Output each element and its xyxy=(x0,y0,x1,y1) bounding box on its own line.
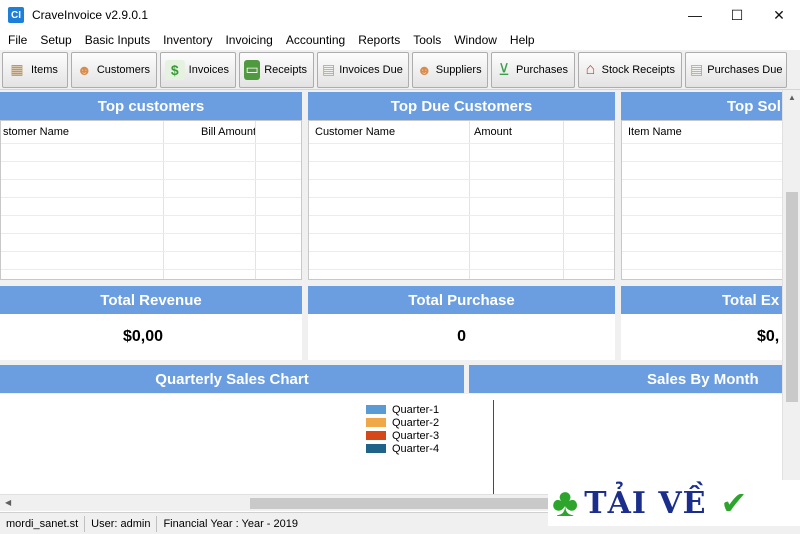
vertical-scroll-thumb[interactable] xyxy=(786,192,798,402)
total-expense-header: Total Ex xyxy=(621,286,782,314)
total-expense-value-box: $0, xyxy=(621,314,782,360)
scroll-up-arrow-icon[interactable]: ▲ xyxy=(788,93,796,102)
menu-window[interactable]: Window xyxy=(454,33,497,47)
warehouse-icon: ⌂ xyxy=(585,60,596,78)
scroll-left-arrow-icon[interactable]: ◀ xyxy=(5,498,11,507)
customers-button-label: Customers xyxy=(96,63,150,76)
boxes-icon: ▦ xyxy=(10,61,24,77)
horizontal-scroll-thumb[interactable] xyxy=(250,498,570,509)
suppliers-button-label: Suppliers xyxy=(435,63,482,76)
menu-bar: File Setup Basic Inputs Inventory Invoic… xyxy=(0,30,800,50)
supplier-icon: ☻ xyxy=(417,61,432,78)
menu-basic-inputs[interactable]: Basic Inputs xyxy=(85,33,150,47)
status-user: User: admin xyxy=(85,515,158,532)
watermark-text: TẢI VỀ xyxy=(584,485,707,521)
column-header-customer-name: Customer Name xyxy=(315,126,396,138)
toolbar: ▦ Items ☻ Customers $ Invoices ▭ Receipt… xyxy=(0,50,800,90)
suppliers-button[interactable]: ☻ Suppliers xyxy=(412,51,488,88)
legend-item-quarter-3: Quarter-3 xyxy=(366,429,439,442)
maximize-button[interactable]: ☐ xyxy=(716,0,758,30)
chart-divider xyxy=(493,400,494,494)
legend-label-quarter-4: Quarter-4 xyxy=(392,442,440,455)
total-expense-value: $0, xyxy=(757,328,780,345)
status-financial-year: Financial Year : Year - 2019 xyxy=(163,517,298,530)
legend-label-quarter-3: Quarter-3 xyxy=(392,429,440,442)
menu-file[interactable]: File xyxy=(8,33,27,47)
watermark-logo: ♣ TẢI VỀ ✔ xyxy=(548,480,800,526)
invoices-button[interactable]: $ Invoices xyxy=(160,51,236,88)
total-revenue-value: $0,00 xyxy=(122,328,163,345)
invoice-icon: $ xyxy=(165,59,185,80)
top-due-customers-grid[interactable]: Customer Name Amount xyxy=(308,120,615,280)
customers-button[interactable]: ☻ Customers xyxy=(71,51,157,88)
column-header-item-name: Item Name xyxy=(628,126,682,138)
legend-label-quarter-2: Quarter-2 xyxy=(392,416,440,429)
stock-receipts-button-label: Stock Receipts xyxy=(601,63,675,76)
invoices-due-button[interactable]: ▤ Invoices Due xyxy=(317,51,409,88)
column-header-bill-amount: Bill Amount xyxy=(201,126,257,138)
menu-help[interactable]: Help xyxy=(510,33,535,47)
top-sold-title: Top Sol xyxy=(727,97,781,115)
menu-inventory[interactable]: Inventory xyxy=(163,33,212,47)
column-header-amount: Amount xyxy=(474,126,512,138)
quarterly-sales-chart: Quarter-1 Quarter-2 Quarter-3 Quarter-4 xyxy=(0,394,782,494)
vertical-scrollbar[interactable]: ▲ ▼ xyxy=(782,90,800,500)
minimize-button[interactable]: — xyxy=(674,0,716,30)
legend-swatch-quarter-3 xyxy=(366,431,386,440)
checkmark-icon: ✔ xyxy=(720,485,748,521)
legend-item-quarter-2: Quarter-2 xyxy=(366,416,439,429)
total-expense-title: Total Ex xyxy=(722,291,780,309)
total-purchase-header: Total Purchase xyxy=(308,286,615,314)
top-sold-grid[interactable]: Item Name xyxy=(621,120,782,280)
legend-swatch-quarter-1 xyxy=(366,405,386,414)
invoices-due-button-label: Invoices Due xyxy=(339,63,403,76)
purchases-due-button[interactable]: ▤ Purchases Due xyxy=(685,51,787,88)
window-title: CraveInvoice v2.9.0.1 xyxy=(32,8,149,22)
legend-item-quarter-4: Quarter-4 xyxy=(366,442,439,455)
legend-label-quarter-1: Quarter-1 xyxy=(392,403,440,416)
dashboard: Top customers stomer Name Bill Amount To… xyxy=(0,90,782,494)
total-revenue-header: Total Revenue xyxy=(0,286,302,314)
total-purchase-value: 0 xyxy=(457,328,466,345)
purchases-button[interactable]: ⊻ Purchases xyxy=(491,51,575,88)
menu-setup[interactable]: Setup xyxy=(40,33,71,47)
top-sold-header: Top Sol xyxy=(621,92,782,120)
purchases-button-label: Purchases xyxy=(516,63,568,76)
legend-item-quarter-1: Quarter-1 xyxy=(366,403,439,416)
top-due-customers-header: Top Due Customers xyxy=(308,92,615,120)
total-purchase-value-box: 0 xyxy=(308,314,615,360)
top-customers-header: Top customers xyxy=(0,92,302,120)
receipts-button[interactable]: ▭ Receipts xyxy=(239,51,314,88)
status-host: mordi_sanet.st xyxy=(0,515,86,532)
items-button[interactable]: ▦ Items xyxy=(2,51,68,88)
close-button[interactable]: ✕ xyxy=(758,0,800,30)
calendar-icon: ▤ xyxy=(322,61,336,77)
person-icon: ☻ xyxy=(77,61,92,78)
menu-tools[interactable]: Tools xyxy=(413,33,441,47)
cart-icon: ⊻ xyxy=(498,61,510,79)
receipts-button-label: Receipts xyxy=(264,63,307,76)
top-customers-grid[interactable]: stomer Name Bill Amount xyxy=(0,120,302,280)
menu-invoicing[interactable]: Invoicing xyxy=(225,33,272,47)
invoices-button-label: Invoices xyxy=(188,63,229,76)
legend-swatch-quarter-4 xyxy=(366,444,386,453)
sales-by-month-header: Sales By Month xyxy=(469,365,782,393)
clover-icon: ♣ xyxy=(552,481,579,525)
menu-reports[interactable]: Reports xyxy=(358,33,400,47)
chart-legend: Quarter-1 Quarter-2 Quarter-3 Quarter-4 xyxy=(366,403,439,455)
quarterly-sales-chart-header: Quarterly Sales Chart xyxy=(0,365,464,393)
window-controls: — ☐ ✕ xyxy=(674,0,800,30)
legend-swatch-quarter-2 xyxy=(366,418,386,427)
purchase-due-icon: ▤ xyxy=(690,61,704,77)
app-icon: CI xyxy=(8,7,24,23)
sales-by-month-title: Sales By Month xyxy=(647,370,759,388)
items-button-label: Items xyxy=(31,63,58,76)
title-bar: CI CraveInvoice v2.9.0.1 — ☐ ✕ xyxy=(0,0,800,30)
total-revenue-value-box: $0,00 xyxy=(0,314,302,360)
column-header-customer-name: stomer Name xyxy=(3,126,70,138)
menu-accounting[interactable]: Accounting xyxy=(286,33,345,47)
stock-receipts-button[interactable]: ⌂ Stock Receipts xyxy=(578,51,682,88)
cash-icon: ▭ xyxy=(244,59,261,80)
purchases-due-button-label: Purchases Due xyxy=(707,63,783,76)
